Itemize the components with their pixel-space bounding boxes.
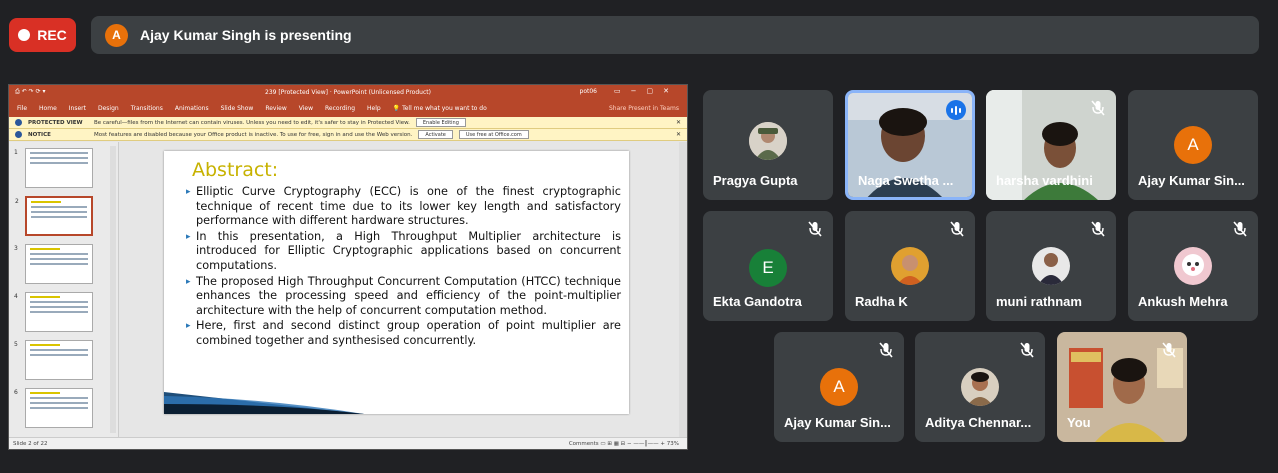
participant-name: Ajay Kumar Sin... [1138,173,1245,188]
participant-name: Radha K [855,294,908,309]
participant-name: Ajay Kumar Sin... [784,415,891,430]
info-icon [15,119,22,126]
info-icon [15,131,22,138]
view-controls: Comments ▭ ⊞ ▦ ⊟ − ——┃—— + 73% [568,441,679,447]
slide-thumbnail: 4 [14,292,93,332]
rec-label: REC [37,27,67,43]
slide-bullet: Elliptic Curve Cryptography (ECC) is one… [186,185,621,229]
thumbnail-scrollbar [110,146,116,433]
participant-tile[interactable]: Pragya Gupta [703,90,833,200]
activate-button: Activate [418,130,453,139]
slide-heading: Abstract: [192,159,279,181]
participant-avatar: E [749,249,787,287]
presenting-text: Ajay Kumar Singh is presenting [140,27,352,43]
ppt-window-title: 239 [Protected View] · PowerPoint (Unlic… [265,89,431,96]
slide-bullet: In this presentation, a High Throughput … [186,230,621,274]
ppt-account: pot06 [579,88,597,95]
participant-avatar: A [1174,126,1212,164]
participant-tile[interactable]: Ankush Mehra [1128,211,1258,321]
slide-bullet: Here, first and second distinct group op… [186,319,621,348]
participant-avatar [1174,247,1212,285]
speaking-indicator-icon [946,100,966,120]
participant-name: Ankush Mehra [1138,294,1228,309]
enable-editing-button: Enable Editing [415,118,466,127]
participant-avatar: A [820,368,858,406]
participant-name: Ekta Gandotra [713,294,802,309]
notice-label: NOTICE [28,131,51,138]
participant-name: Aditya Chennar... [925,415,1032,430]
ribbon-tab-file: File [17,105,28,112]
ribbon-tab-transitions: Transitions [130,105,163,112]
participant-tile[interactable]: A Ajay Kumar Sin... [1128,90,1258,200]
ribbon-tab-view: View [298,105,313,112]
protected-view-label: PROTECTED VIEW [28,119,83,126]
participant-tile[interactable]: E Ekta Gandotra [703,211,833,321]
mic-off-icon [808,221,822,237]
participant-name: Pragya Gupta [713,173,798,188]
slide-counter: Slide 2 of 22 [13,440,48,447]
participant-tile[interactable]: harsha vardhini [986,90,1116,200]
slide-thumbnail: 2 [15,196,93,236]
ribbon-tab-review: Review [265,105,287,112]
protected-view-bar: PROTECTED VIEW Be careful—files from the… [9,117,687,129]
notice-text: Most features are disabled because your … [94,131,413,138]
participant-tile[interactable]: muni rathnam [986,211,1116,321]
current-slide: Abstract: Elliptic Curve Cryptography (E… [164,151,629,414]
slide-thumbnail: 3 [14,244,93,284]
participant-name: You [1067,415,1091,430]
slide-decoration [164,392,364,414]
participant-tile[interactable]: Naga Swetha ... [845,90,975,200]
ppt-ribbon: File Home Insert Design Transitions Anim… [9,100,687,117]
participant-tile[interactable]: You [1057,332,1187,442]
close-icon: ✕ [675,131,681,138]
participant-tile[interactable]: A Ajay Kumar Sin... [774,332,904,442]
participant-name: muni rathnam [996,294,1082,309]
ribbon-tab-home: Home [39,105,57,112]
ribbon-share: Share Present in Teams [608,105,679,112]
slide-bullets: Elliptic Curve Cryptography (ECC) is one… [186,185,621,350]
mic-off-icon [950,221,964,237]
record-dot-icon [18,29,31,41]
participant-name: Naga Swetha ... [858,173,954,188]
ribbon-tell-me: 💡 Tell me what you want to do [392,105,487,112]
participant-avatar [749,122,787,160]
shared-screen: ⎙ ↶ ↷ ⟳ ▾ 239 [Protected View] · PowerPo… [8,84,688,450]
ribbon-tab-insert: Insert [68,105,86,112]
ribbon-tab-slideshow: Slide Show [220,105,254,112]
participant-avatar [1032,247,1070,285]
mic-off-icon [1091,221,1105,237]
close-icon: ✕ [675,119,681,126]
mic-off-icon [879,342,893,358]
slide-thumbnail: 1 [14,148,93,188]
participant-name: harsha vardhini [996,173,1093,188]
window-controls: ▭−▢✕ [614,87,679,95]
ribbon-tab-design: Design [97,105,119,112]
ribbon-tab-help: Help [367,105,381,112]
mic-off-icon [1233,221,1247,237]
ppt-workspace: 1 2 3 4 5 6 Abstract: Elliptic Curve Cry… [9,142,687,437]
slide-bullet: The proposed High Throughput Concurrent … [186,275,621,319]
protected-view-text: Be careful—files from the Internet can c… [94,119,410,126]
mic-off-icon [1162,342,1176,358]
ribbon-tab-animations: Animations [174,105,209,112]
ppt-title-bar: ⎙ ↶ ↷ ⟳ ▾ 239 [Protected View] · PowerPo… [9,85,687,100]
slide-thumbnail: 5 [14,340,93,380]
slide-thumbnails: 1 2 3 4 5 6 [9,142,119,437]
participant-tile[interactable]: Radha K [845,211,975,321]
presenting-banner: A Ajay Kumar Singh is presenting [91,16,1259,54]
recording-indicator: REC [9,18,76,52]
use-free-button: Use free at Office.com [458,130,529,139]
presenter-avatar: A [105,23,128,47]
mic-off-icon [1020,342,1034,358]
quick-access-toolbar: ⎙ ↶ ↷ ⟳ ▾ [15,88,46,95]
notice-bar: NOTICE Most features are disabled becaus… [9,129,687,141]
slide-thumbnail: 6 [14,388,93,428]
participant-tile[interactable]: Aditya Chennar... [915,332,1045,442]
mic-off-icon [1091,100,1105,116]
participant-avatar [961,368,999,406]
ribbon-tab-recording: Recording [325,105,356,112]
participant-avatar [891,247,929,285]
slide-scrollbar [679,142,687,437]
ppt-status-bar: Slide 2 of 22 Comments ▭ ⊞ ▦ ⊟ − ——┃—— +… [9,437,687,449]
